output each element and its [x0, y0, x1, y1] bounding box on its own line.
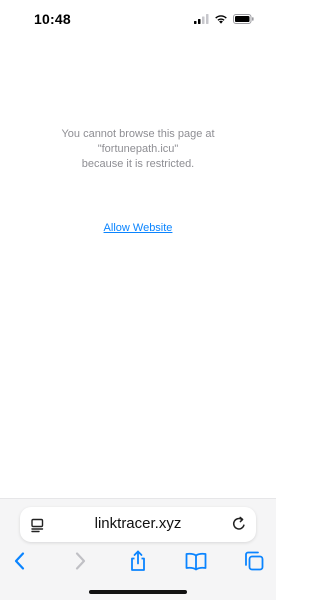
allow-website-link[interactable]: Allow Website — [0, 222, 276, 234]
url-text[interactable]: linktracer.xyz — [20, 515, 256, 532]
address-bar[interactable]: linktracer.xyz — [20, 507, 256, 542]
reload-icon[interactable] — [231, 516, 247, 532]
safari-screen: 10:48 You cannot browse this page at "fo — [0, 0, 276, 600]
message-line: You cannot browse this page at — [61, 128, 215, 140]
status-icons — [194, 13, 254, 25]
message-line: "fortunepath.icu" — [97, 143, 179, 155]
bookmarks-icon[interactable] — [184, 549, 208, 573]
home-indicator[interactable] — [89, 590, 187, 594]
forward-icon[interactable] — [68, 549, 92, 573]
cellular-signal-icon — [194, 14, 209, 24]
status-time: 10:48 — [34, 11, 71, 27]
bottom-toolbar: linktracer.xyz — [0, 498, 276, 600]
message-line: because it is restricted. — [81, 158, 195, 170]
status-bar: 10:48 — [0, 0, 276, 40]
restriction-message: You cannot browse this page at "fortunep… — [0, 127, 276, 172]
back-icon[interactable] — [8, 549, 32, 573]
share-icon[interactable] — [126, 549, 150, 573]
wifi-icon — [215, 15, 227, 24]
battery-icon — [233, 14, 254, 24]
tabs-icon[interactable] — [242, 549, 266, 573]
navigation-toolbar — [0, 549, 276, 573]
